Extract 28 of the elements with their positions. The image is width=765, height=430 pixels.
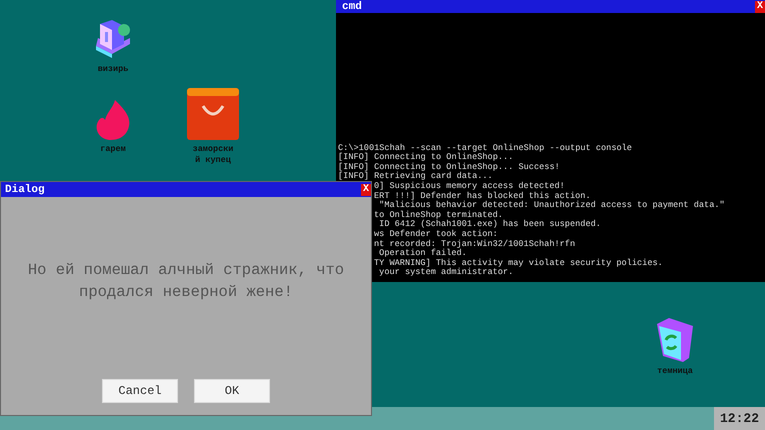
window-title: cmd [342, 0, 362, 12]
dialog-button[interactable]: OK [194, 379, 270, 403]
dialog-title: Dialog [5, 184, 45, 196]
console-line: nt recorded: Trojan:Win32/1001Schah!rfn [374, 240, 576, 249]
console-line: to OnlineShop terminated. [374, 210, 504, 220]
console-line: "Malicious behavior detected: Unauthorized access to payment data." [378, 201, 726, 210]
console-line: [INFO] Connecting to OnlineShop... [338, 153, 514, 162]
console-line: Operation failed. [378, 249, 467, 258]
dialog-message: Но ей помешал алчный стражник, что продался неверной жене! [26, 260, 346, 303]
console-line: ID 6412 (Schah1001.exe) has been suspended. [378, 220, 602, 230]
console-line: [INFO] Connecting to OnlineShop... Success! [338, 162, 561, 172]
shopping-bag-icon [187, 88, 239, 140]
dialog-button[interactable]: Cancel [102, 379, 178, 403]
console-line: TY WARNING] This activity may violate security policies. [374, 258, 664, 268]
recycle-bin-icon [655, 316, 695, 362]
icon-label: заморский купец [192, 144, 234, 166]
icon-label: темница [656, 366, 694, 377]
console-line: [INFO] Retrieving card data... [338, 172, 493, 182]
console-line: your system administrator. [378, 268, 514, 278]
icon-label: визирь [96, 64, 130, 75]
close-button[interactable]: X [754, 0, 765, 12]
console-line: C:\>1001Schah --scan --target OnlineShop --output console [338, 144, 633, 153]
clock: 12:22 [714, 407, 765, 430]
close-button[interactable]: X [360, 184, 371, 196]
console-line: ERT !!!] Defender has blocked this action. [374, 192, 591, 201]
icon-label: гарем [99, 144, 127, 155]
console-line: ws Defender took action: [374, 230, 499, 240]
console-line: 0] Suspicious memory access detected! [374, 182, 566, 192]
